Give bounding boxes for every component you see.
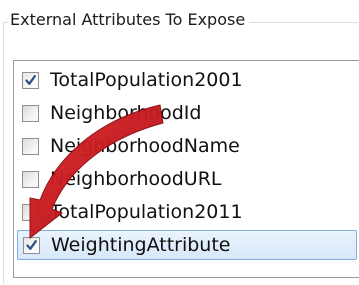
list-item-label: NeighborhoodName <box>50 135 240 157</box>
attributes-list[interactable]: TotalPopulation2001 NeighborhoodId Neigh… <box>13 60 359 278</box>
checkbox[interactable] <box>23 236 40 254</box>
list-item-selected[interactable]: WeightingAttribute <box>17 230 357 260</box>
list-item[interactable]: NeighborhoodId <box>17 98 357 128</box>
checkbox[interactable] <box>22 203 39 221</box>
checkbox[interactable] <box>22 137 39 155</box>
attributes-panel: External Attributes To Expose TotalPopul… <box>0 0 359 285</box>
list-item[interactable]: NeighborhoodURL <box>17 164 357 194</box>
list-item-label: WeightingAttribute <box>51 234 231 256</box>
list-item-label: TotalPopulation2011 <box>50 201 243 223</box>
list-item[interactable]: TotalPopulation2001 <box>17 65 357 95</box>
checkbox[interactable] <box>22 71 39 89</box>
checkbox[interactable] <box>22 104 39 122</box>
list-item-label: NeighborhoodURL <box>50 168 222 190</box>
list-item-label: TotalPopulation2001 <box>50 69 243 91</box>
checkbox[interactable] <box>22 170 39 188</box>
list-item[interactable]: TotalPopulation2011 <box>17 197 357 227</box>
group-title: External Attributes To Expose <box>8 10 250 30</box>
list-item-label: NeighborhoodId <box>50 102 202 124</box>
checkmark-icon <box>25 74 36 85</box>
list-item[interactable]: NeighborhoodName <box>17 131 357 161</box>
checkmark-icon <box>26 239 37 250</box>
